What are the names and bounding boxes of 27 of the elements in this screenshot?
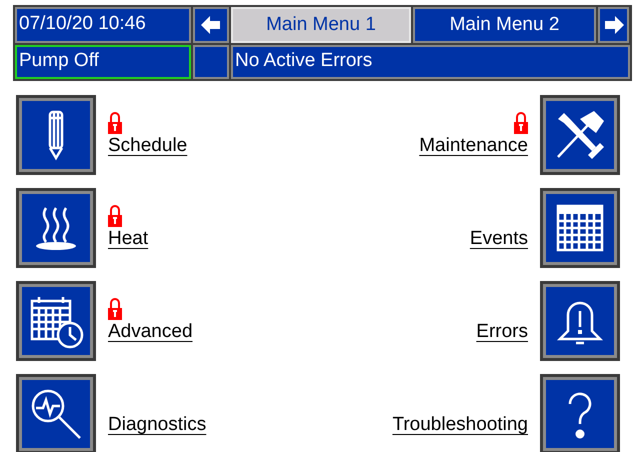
- menu-link[interactable]: Heat: [108, 227, 148, 251]
- menu-link[interactable]: Errors: [476, 320, 528, 344]
- menu-link[interactable]: Events: [470, 227, 528, 251]
- menu-button[interactable]: [540, 374, 620, 452]
- menu-button[interactable]: [16, 95, 96, 175]
- menu-button[interactable]: [16, 374, 96, 452]
- pencil-icon: [47, 109, 65, 161]
- previous-button[interactable]: [193, 7, 229, 43]
- menu-link[interactable]: Diagnostics: [108, 413, 206, 437]
- menu-button[interactable]: [16, 281, 96, 361]
- menu-tab[interactable]: Main Menu 1: [231, 7, 411, 43]
- menu-link[interactable]: Advanced: [108, 320, 193, 344]
- pump-status-display: Pump Off: [15, 45, 191, 79]
- menu-tab[interactable]: Main Menu 2: [413, 7, 596, 43]
- date-time-display: 07/10/20 10:46: [15, 7, 191, 43]
- menu-link[interactable]: Troubleshooting: [392, 413, 528, 437]
- menu-button[interactable]: [540, 281, 620, 361]
- error-status-display: No Active Errors: [231, 45, 630, 79]
- left-arrow-icon: [201, 16, 221, 34]
- right-arrow-icon: [604, 16, 624, 34]
- menu-button[interactable]: [16, 188, 96, 268]
- next-button[interactable]: [598, 7, 629, 43]
- menu-button[interactable]: [540, 188, 620, 268]
- menu-link[interactable]: Schedule: [108, 134, 188, 158]
- menu-link[interactable]: Maintenance: [419, 134, 528, 158]
- menu-button[interactable]: [540, 95, 620, 175]
- status-indicator: [193, 45, 229, 79]
